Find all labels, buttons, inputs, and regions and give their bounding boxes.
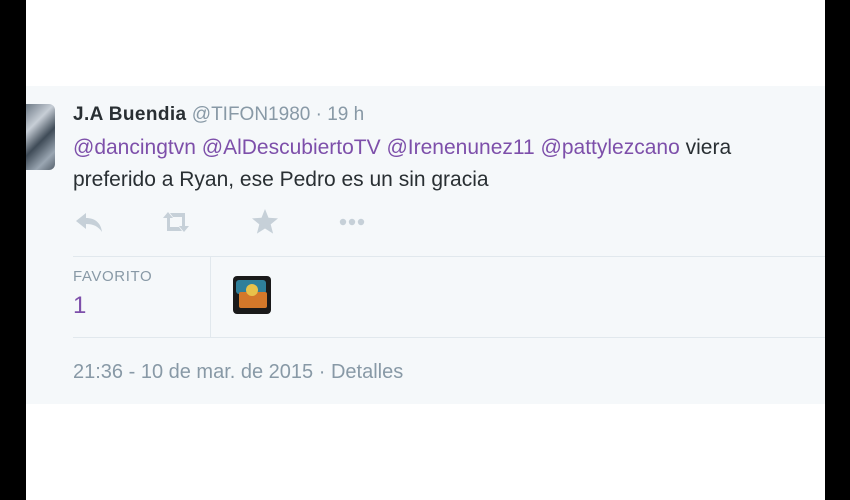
reply-button[interactable]: [73, 206, 107, 238]
tweet-age[interactable]: 19 h: [327, 104, 364, 125]
stats-bottom-divider: [73, 337, 825, 338]
right-letterbox: [825, 0, 850, 500]
stats-top-divider: [73, 256, 825, 257]
tweet-header: J.A Buendia @TIFON1980 · 19 h: [73, 104, 364, 126]
left-letterbox: [0, 0, 26, 500]
tweet-text-line2: preferido a Ryan, ese Pedro es un sin gr…: [73, 168, 489, 191]
tweet-timestamp: 21:36 - 10 de mar. de 2015: [73, 361, 314, 383]
retweet-icon: [163, 212, 189, 232]
mention-link[interactable]: @dancingtvn: [73, 136, 196, 159]
tweet-text: @dancingtvn @AlDescubiertoTV @Irenenunez…: [73, 132, 825, 196]
header-separator: ·: [315, 104, 322, 125]
footer-separator: ·: [318, 361, 326, 383]
tweet-text-rest: viera: [685, 136, 732, 159]
reply-icon: [76, 213, 102, 232]
details-link[interactable]: Detalles: [331, 361, 403, 383]
favorite-button[interactable]: [248, 206, 282, 238]
favoriter-avatar[interactable]: [233, 276, 271, 314]
author-handle[interactable]: @TIFON1980: [192, 104, 311, 125]
mention-link[interactable]: @pattylezcano: [541, 136, 680, 159]
favorite-icon: [252, 209, 278, 234]
author-name[interactable]: J.A Buendia: [73, 104, 187, 125]
mention-link[interactable]: @Irenenunez11: [386, 136, 534, 159]
retweet-button[interactable]: [159, 206, 193, 238]
stats-divider: [210, 257, 211, 337]
mention-link[interactable]: @AlDescubiertoTV: [202, 136, 381, 159]
favorites-count[interactable]: 1: [73, 292, 86, 320]
tweet-footer: 21:36 - 10 de mar. de 2015 · Detalles: [73, 361, 403, 384]
favoriter-avatar-art: [246, 284, 258, 296]
more-icon: [339, 218, 365, 226]
more-button[interactable]: [335, 206, 369, 238]
favorites-label: FAVORITO: [73, 268, 153, 285]
tweet-card[interactable]: J.A Buendia @TIFON1980 · 19 h @dancingtv…: [26, 86, 825, 404]
author-avatar[interactable]: [26, 104, 55, 170]
